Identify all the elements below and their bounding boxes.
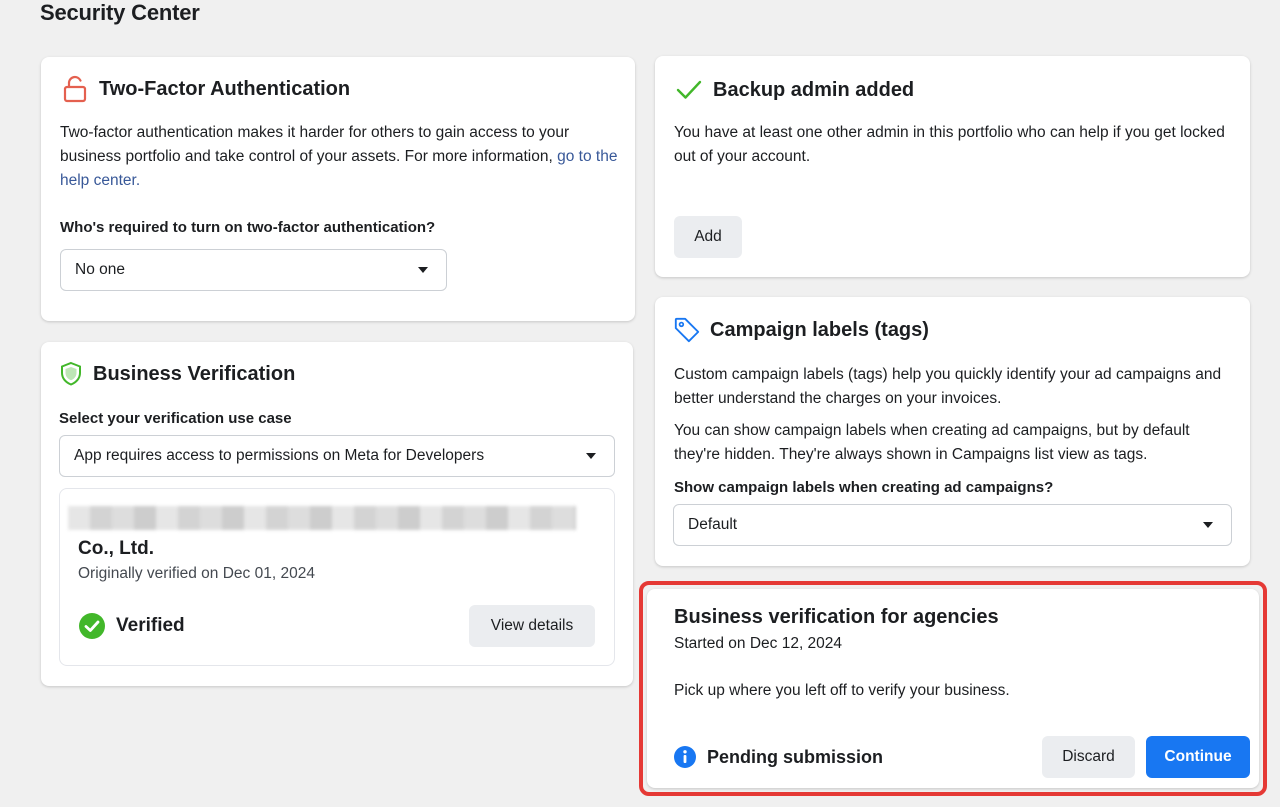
agency-verification-description: Pick up where you left off to verify you… [674,682,1010,699]
campaign-labels-title-row: Campaign labels (tags) [673,316,929,344]
campaign-labels-title: Campaign labels (tags) [710,318,929,341]
pending-status: Pending submission [673,745,883,769]
agency-verification-started: Started on Dec 12, 2024 [674,635,843,652]
view-details-button[interactable]: View details [469,605,595,647]
campaign-labels-select[interactable]: Default [673,504,1232,546]
chevron-down-icon [586,453,596,459]
chevron-down-icon [1203,522,1213,528]
backup-admin-card: Backup admin added You have at least one… [655,56,1250,277]
campaign-labels-description-2: You can show campaign labels when creati… [674,422,1190,463]
unlock-icon [61,75,89,103]
redacted-company-name [68,506,576,530]
add-admin-button[interactable]: Add [674,216,742,258]
two-factor-title-row: Two-Factor Authentication [61,75,350,103]
business-verification-title: Business Verification [93,362,296,385]
backup-admin-title-row: Backup admin added [675,76,914,104]
pending-status-label: Pending submission [707,746,884,767]
verified-status-label: Verified [116,615,185,636]
agency-verification-card: Business verification for agencies Start… [647,589,1259,788]
agency-verification-title: Business verification for agencies [674,606,999,628]
use-case-label: Select your verification use case [59,410,292,427]
two-factor-question: Who's required to turn on two-factor aut… [60,219,436,236]
chevron-down-icon [418,267,428,273]
page-title: Security Center [40,0,200,25]
backup-admin-description: You have at least one other admin in thi… [674,124,1225,165]
campaign-labels-selected-value: Default [688,516,738,533]
check-circle-icon [78,612,106,640]
info-icon [673,745,697,769]
two-factor-card: Two-Factor Authentication Two-factor aut… [41,57,635,321]
checkmark-icon [675,76,703,104]
two-factor-description: Two-factor authentication makes it harde… [60,121,620,193]
continue-button[interactable]: Continue [1146,736,1250,778]
company-name: Co., Ltd. [78,538,154,559]
use-case-selected-value: App requires access to permissions on Me… [74,447,485,464]
tag-icon [673,316,701,344]
business-verification-title-row: Business Verification [57,360,295,388]
discard-button[interactable]: Discard [1042,736,1135,778]
verified-date: Originally verified on Dec 01, 2024 [78,565,315,582]
use-case-select[interactable]: App requires access to permissions on Me… [59,435,615,477]
two-factor-description-text: Two-factor authentication makes it harde… [60,124,570,165]
two-factor-selected-value: No one [75,261,125,278]
shield-icon [57,360,85,388]
campaign-labels-question: Show campaign labels when creating ad ca… [674,479,1054,496]
backup-admin-title: Backup admin added [713,78,915,101]
campaign-labels-description-1: Custom campaign labels (tags) help you q… [674,366,1222,407]
verified-status: Verified [78,612,185,640]
campaign-labels-card: Campaign labels (tags) Custom campaign l… [655,297,1250,566]
two-factor-required-select[interactable]: No one [60,249,447,291]
two-factor-title: Two-Factor Authentication [99,77,351,100]
